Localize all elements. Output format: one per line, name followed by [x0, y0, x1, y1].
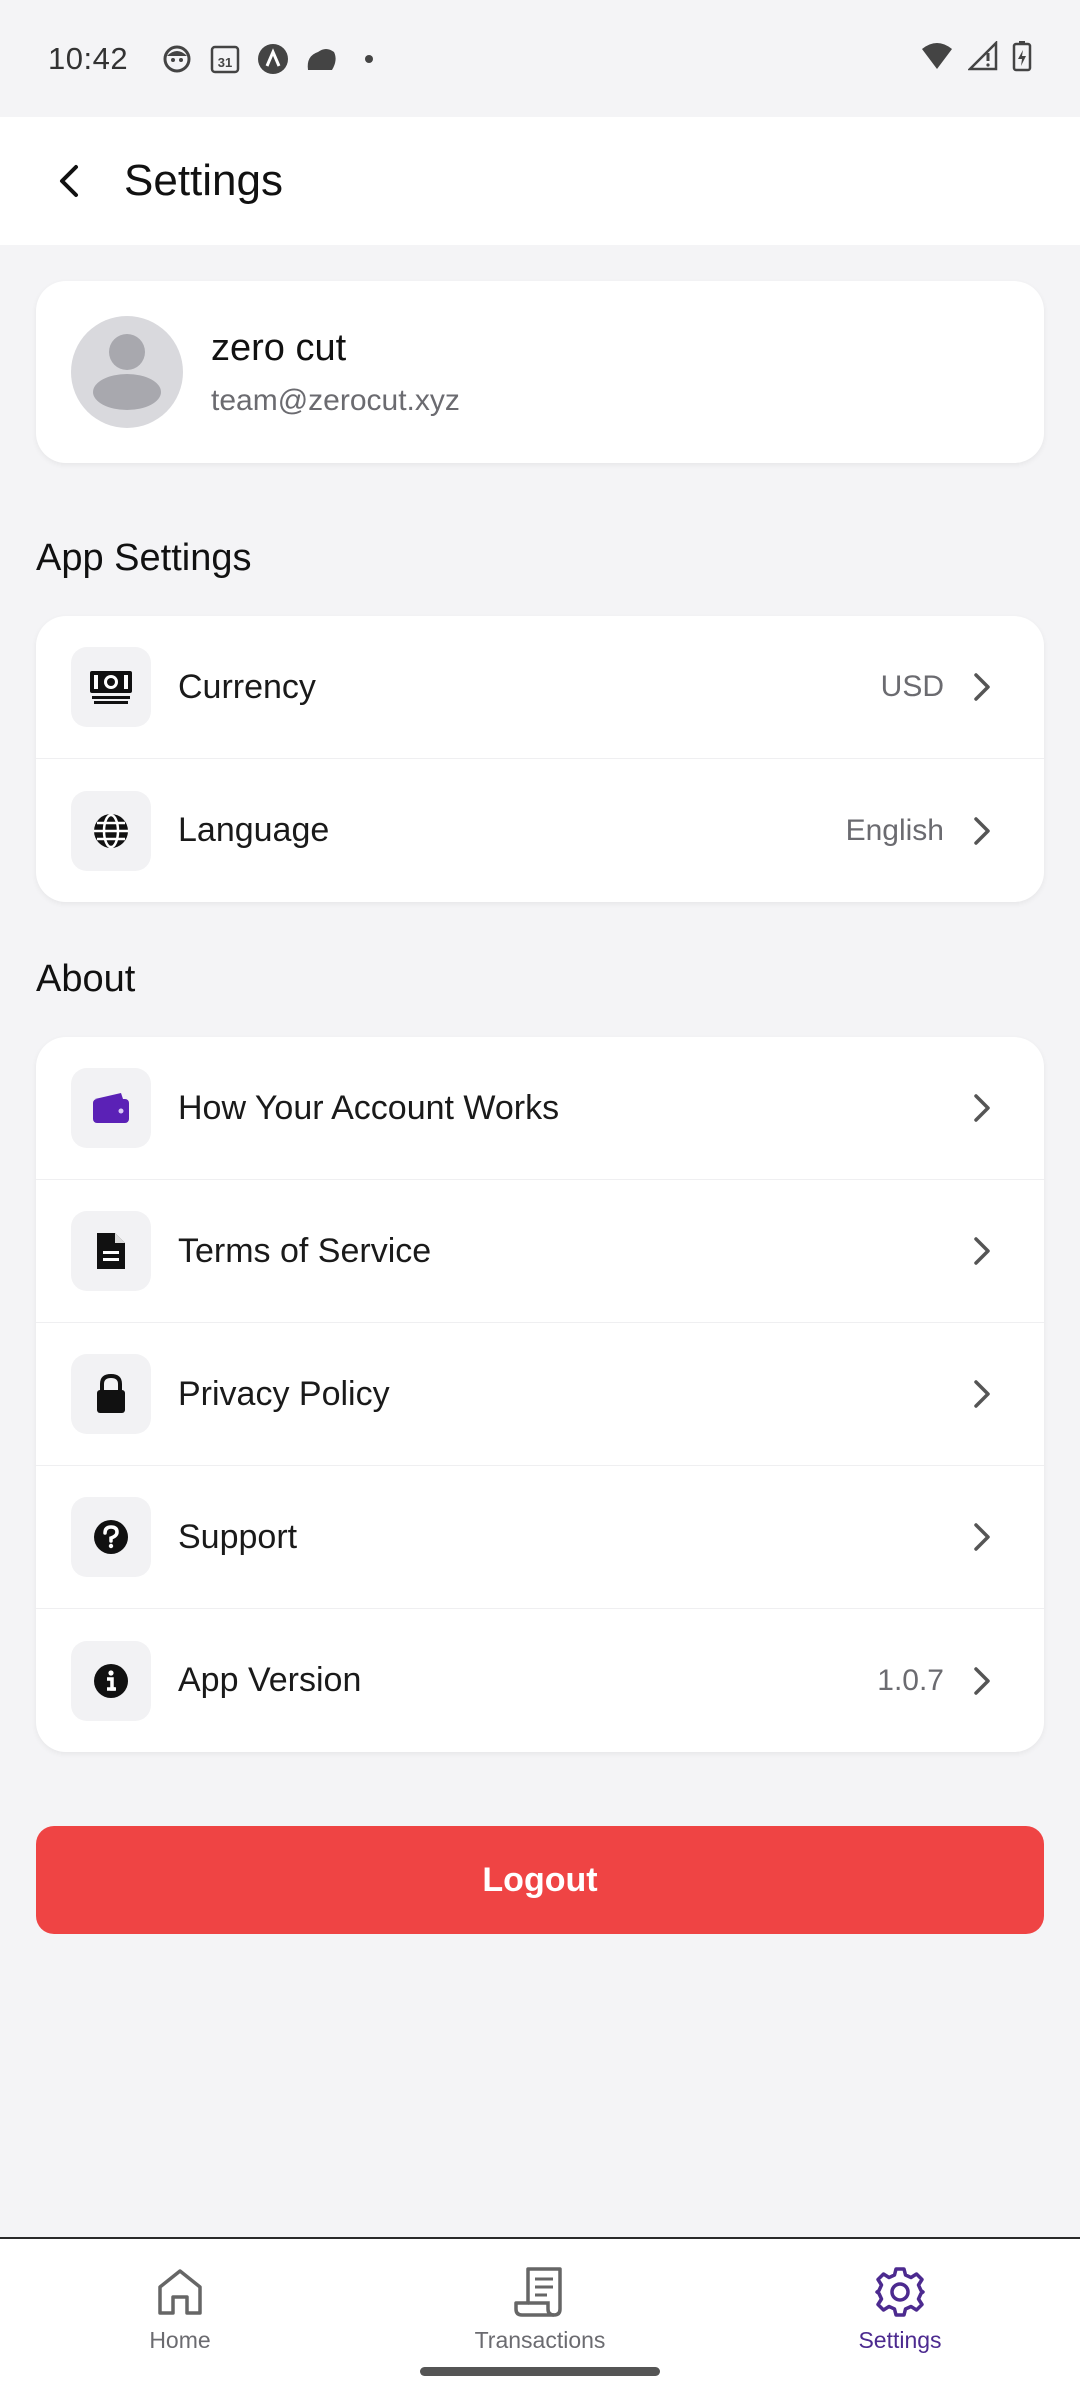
banknote-icon: [71, 647, 151, 727]
about-row-terms[interactable]: Terms of Service: [36, 1180, 1044, 1323]
document-icon: [71, 1211, 151, 1291]
receipt-icon: [514, 2267, 562, 2317]
row-value: 1.0.7: [877, 1663, 944, 1697]
system-icons: [920, 39, 1032, 77]
about-row-app-version[interactable]: App Version 1.0.7: [36, 1609, 1044, 1752]
globe-icon: [71, 790, 151, 871]
section-title-about: About: [36, 958, 136, 1000]
chevron-right-icon: [962, 1517, 1002, 1557]
chevron-right-icon: [962, 1374, 1002, 1414]
app-settings-card: Currency USD Language English: [36, 616, 1044, 902]
cloud-icon: [304, 42, 338, 76]
help-icon: [71, 1497, 151, 1577]
nav-item-home[interactable]: Home: [0, 2239, 360, 2400]
section-title-app-settings: App Settings: [36, 537, 252, 579]
chevron-right-icon: [962, 1231, 1002, 1271]
back-button[interactable]: [30, 141, 110, 221]
face-icon: [160, 42, 194, 76]
about-row-account-works[interactable]: How Your Account Works: [36, 1037, 1044, 1180]
dot-icon: [352, 42, 386, 76]
info-icon: [71, 1640, 151, 1721]
profile-card[interactable]: zero cut team@zerocut.xyz: [36, 281, 1044, 463]
lock-icon: [71, 1354, 151, 1434]
app-header: Settings: [0, 117, 1080, 245]
wallet-icon: [71, 1068, 151, 1148]
home-icon: [158, 2269, 202, 2315]
nav-label: Home: [149, 2327, 211, 2353]
row-label: Language: [178, 811, 330, 849]
status-bar: 10:42 31: [0, 0, 1080, 117]
row-value: English: [845, 813, 944, 847]
chevron-right-icon: [962, 1661, 1002, 1701]
about-card: How Your Account Works Terms of Service …: [36, 1037, 1044, 1752]
row-label: How Your Account Works: [178, 1088, 560, 1127]
app-icon: [256, 42, 290, 76]
home-indicator[interactable]: [420, 2367, 660, 2376]
about-row-privacy[interactable]: Privacy Policy: [36, 1323, 1044, 1466]
battery-icon: [1012, 40, 1032, 77]
about-row-support[interactable]: Support: [36, 1466, 1044, 1609]
row-label: Privacy Policy: [178, 1374, 390, 1413]
profile-email: team@zerocut.xyz: [211, 383, 460, 417]
arrow-left-icon: [60, 165, 78, 197]
nav-label: Settings: [858, 2327, 942, 2353]
notification-icons: 31: [160, 42, 386, 76]
calendar-day: 31: [218, 55, 232, 70]
page-title: Settings: [124, 156, 283, 205]
logout-button[interactable]: Logout: [36, 1826, 1044, 1934]
settings-row-currency[interactable]: Currency USD: [36, 616, 1044, 759]
gear-icon: [875, 2267, 925, 2317]
settings-row-language[interactable]: Language English: [36, 759, 1044, 902]
chevron-right-icon: [962, 811, 1002, 851]
row-label: App Version: [178, 1661, 362, 1699]
nav-label: Transactions: [474, 2327, 606, 2353]
calendar-icon: 31: [208, 42, 242, 76]
profile-info: zero cut team@zerocut.xyz: [211, 327, 460, 418]
row-label: Terms of Service: [178, 1231, 432, 1270]
nav-item-settings[interactable]: Settings: [720, 2239, 1080, 2400]
row-label: Currency: [178, 667, 316, 706]
wifi-icon: [920, 41, 954, 76]
chevron-right-icon: [962, 667, 1002, 707]
profile-name: zero cut: [211, 326, 347, 369]
signal-icon: [966, 39, 998, 76]
avatar: [71, 316, 183, 428]
row-value: USD: [880, 670, 944, 703]
row-label: Support: [178, 1517, 298, 1556]
status-time: 10:42: [48, 40, 129, 76]
chevron-right-icon: [962, 1088, 1002, 1128]
